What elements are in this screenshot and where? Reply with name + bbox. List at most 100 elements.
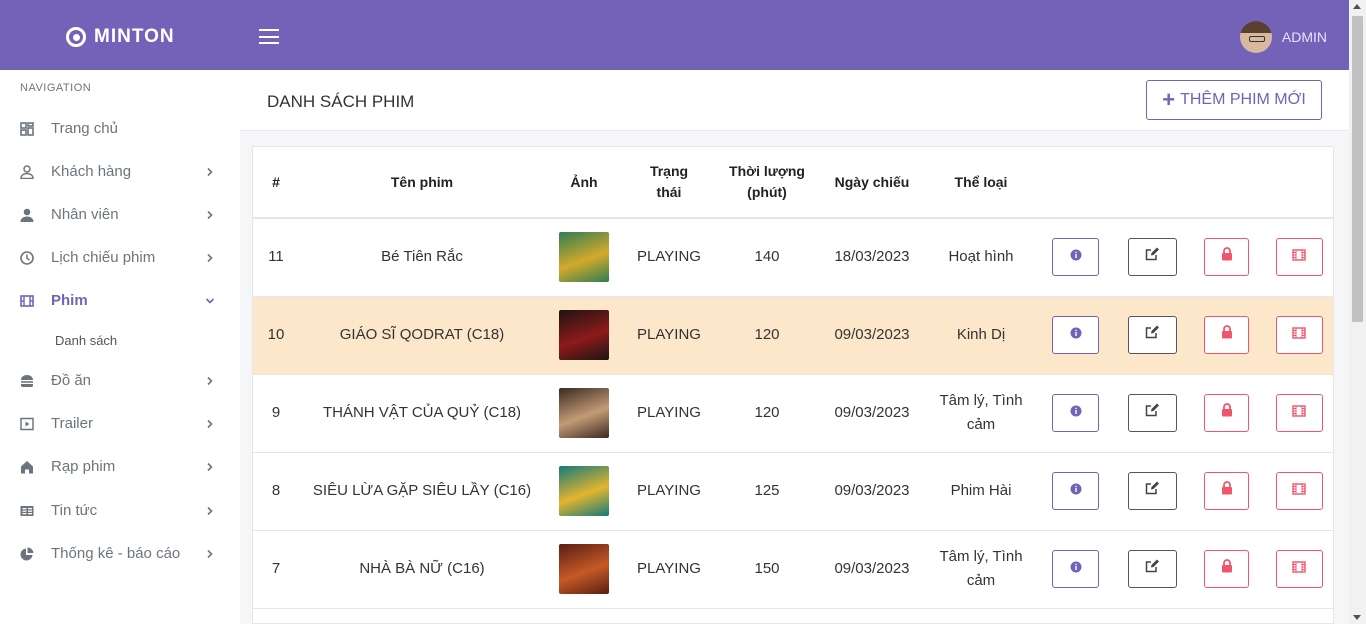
showtime-button[interactable]	[1275, 316, 1323, 354]
cell-image	[545, 218, 623, 297]
sidebar-item-tin-tuc[interactable]: Tin tức	[0, 489, 240, 532]
lock-icon	[1221, 479, 1233, 503]
info-button[interactable]	[1052, 472, 1099, 510]
edit-icon	[1145, 245, 1160, 269]
info-button[interactable]	[1052, 394, 1099, 432]
showtime-button[interactable]	[1275, 550, 1323, 588]
edit-button[interactable]	[1127, 238, 1177, 277]
cell-date: 09/03/2023	[819, 452, 925, 531]
movie-poster	[559, 388, 609, 438]
play-icon	[20, 417, 34, 431]
home-icon	[20, 460, 34, 474]
edit-icon	[1145, 323, 1160, 347]
user-outline-icon	[20, 164, 34, 179]
lock-button[interactable]	[1204, 472, 1249, 510]
sidebar-item-label: Đồ ăn	[51, 372, 92, 389]
sidebar-subitem-danh-sach[interactable]: Danh sách	[55, 333, 117, 348]
sidebar-item-nhan-vien[interactable]: Nhân viên	[0, 193, 240, 236]
col-header-image: Ảnh	[545, 147, 623, 219]
edit-icon	[1145, 479, 1160, 503]
cell-genre: Hoạt hình	[925, 218, 1037, 297]
info-icon	[1070, 323, 1082, 347]
lock-button[interactable]	[1204, 238, 1249, 277]
showtime-button[interactable]	[1275, 238, 1323, 277]
table-row: 11 Bé Tiên Rắc PLAYING 140 18/03/2023 Hoạt hì…	[253, 218, 1333, 297]
sidebar-item-label: Khách hàng	[51, 163, 132, 180]
lock-button[interactable]	[1204, 394, 1249, 432]
cell-action-edit	[1114, 218, 1190, 297]
user-menu[interactable]: ADMIN	[1239, 21, 1327, 53]
col-header-genre: Thể loại	[925, 147, 1037, 219]
cell-duration: 120	[715, 296, 819, 375]
edit-button[interactable]	[1127, 472, 1177, 510]
sidebar-item-do-an[interactable]: Đồ ăn	[0, 359, 240, 402]
user-icon	[20, 208, 34, 222]
sidebar-item-trailer[interactable]: Trailer	[0, 402, 240, 445]
info-button[interactable]	[1052, 316, 1099, 354]
pie-chart-icon	[20, 546, 34, 561]
burger-icon	[20, 374, 34, 388]
lock-button[interactable]	[1204, 316, 1249, 354]
add-movie-button[interactable]: + THÊM PHIM MỚI	[1146, 80, 1322, 120]
scrollbar-thumb[interactable]	[1352, 16, 1363, 322]
cell-date: 09/03/2023	[819, 296, 925, 375]
sidebar-item-thong-ke-bao-cao[interactable]: Thống kê - báo cáo	[0, 532, 240, 575]
table-row: 9 THÁNH VẬT CỦA QUỶ (C18) PLAYING 120 09/03/…	[253, 374, 1333, 453]
cell-genre-text: Tâm lý, Tình cảm	[939, 548, 1023, 589]
cell-id: 11	[253, 218, 299, 297]
edit-icon	[1145, 401, 1160, 425]
info-icon	[1070, 557, 1082, 581]
movie-poster	[559, 544, 609, 594]
chevron-right-icon	[205, 250, 215, 263]
edit-button[interactable]	[1127, 394, 1177, 432]
col-header-name: Tên phim	[299, 147, 545, 219]
info-icon	[1070, 245, 1082, 269]
cell-action-lock	[1190, 530, 1263, 609]
menu-toggle-icon[interactable]	[259, 29, 279, 44]
table-row: 7 NHÀ BÀ NỮ (C16) PLAYING 150 09/03/2023 Tâm …	[253, 530, 1333, 609]
cell-action-lock	[1190, 374, 1263, 453]
cell-action-info	[1037, 296, 1114, 375]
brand-name: MINTON	[94, 26, 175, 47]
sidebar-item-phim[interactable]: Phim	[0, 279, 240, 322]
page-scrollbar[interactable]	[1349, 0, 1366, 624]
cell-action-edit	[1114, 530, 1190, 609]
cell-genre: Tâm lý, Tình cảm	[925, 530, 1037, 609]
cell-duration: 140	[715, 218, 819, 297]
cell-action-lock	[1190, 218, 1263, 297]
chevron-down-icon	[205, 293, 215, 304]
movie-table-card: # Tên phim Ảnh Trạng thái Thời lượng (ph…	[252, 146, 1334, 624]
chevron-right-icon	[205, 503, 215, 516]
showtime-button[interactable]	[1275, 472, 1323, 510]
edit-button[interactable]	[1127, 316, 1177, 354]
info-button[interactable]	[1052, 238, 1099, 277]
table-header-row: # Tên phim Ảnh Trạng thái Thời lượng (ph…	[253, 147, 1333, 219]
sidebar-item-lich-chieu-phim[interactable]: Lịch chiếu phim	[0, 236, 240, 279]
brand-logo[interactable]: MINTON	[66, 26, 175, 48]
sidebar-item-label: Nhân viên	[51, 206, 119, 223]
showtime-button[interactable]	[1275, 394, 1323, 432]
sidebar-item-trang-chu[interactable]: Trang chủ	[0, 107, 240, 150]
cell-action-lock	[1190, 452, 1263, 531]
lock-icon	[1221, 557, 1233, 581]
col-header-duration: Thời lượng (phút)	[715, 147, 819, 219]
chevron-right-icon	[205, 546, 215, 559]
col-header-action-3	[1190, 147, 1263, 219]
sidebar-item-rap-phim[interactable]: Rạp phim	[0, 445, 240, 488]
lock-button[interactable]	[1204, 550, 1249, 588]
film-icon	[1292, 401, 1306, 425]
sidebar-item-khach-hang[interactable]: Khách hàng	[0, 150, 240, 193]
info-icon	[1070, 401, 1082, 425]
cell-genre-text: Kinh Dị	[956, 326, 1006, 343]
scroll-up-icon[interactable]	[1353, 4, 1361, 9]
edit-button[interactable]	[1127, 550, 1177, 588]
film-icon	[20, 294, 34, 308]
info-button[interactable]	[1052, 550, 1099, 588]
scroll-down-icon[interactable]	[1353, 615, 1361, 620]
cell-name: SIÊU LỪA GẶP SIÊU LẦY (C16)	[299, 452, 545, 531]
col-header-date: Ngày chiếu	[819, 147, 925, 219]
movie-poster	[559, 232, 609, 283]
cell-date: 18/03/2023	[819, 218, 925, 297]
chevron-right-icon	[205, 373, 215, 386]
chevron-right-icon	[205, 459, 215, 472]
